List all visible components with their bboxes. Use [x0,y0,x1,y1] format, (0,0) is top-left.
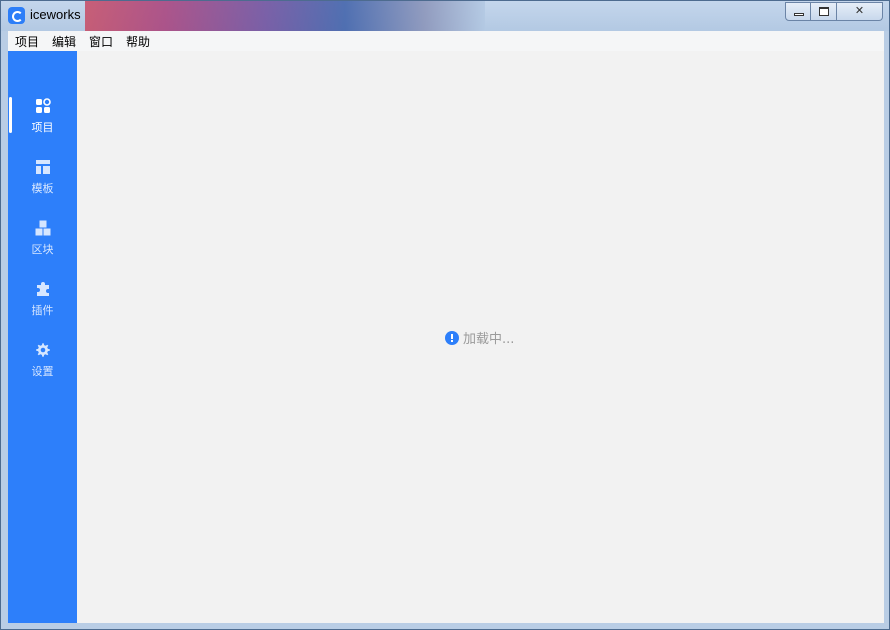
main-content: 加载中... [77,51,884,623]
menu-window[interactable]: 窗口 [82,33,119,50]
app-logo-icon [8,7,25,24]
minimize-button[interactable] [785,2,811,21]
title-bar-background [85,1,485,31]
menu-project[interactable]: 项目 [8,33,45,50]
blocks-icon [35,220,51,236]
sidebar-item-settings[interactable]: 设置 [8,342,77,392]
menu-bar: 项目 编辑 窗口 帮助 [8,31,884,51]
puzzle-icon [37,282,49,296]
menu-help[interactable]: 帮助 [119,33,156,50]
sidebar-item-blocks[interactable]: 区块 [8,220,77,270]
close-icon: ✕ [854,4,865,17]
window-controls: ✕ [785,2,883,22]
sidebar-item-label: 设置 [31,365,54,378]
sidebar-item-label: 模板 [31,182,54,195]
app-client-area: 项目 模板 区块 插件 设置 加载中... [8,51,884,623]
minimize-icon [794,13,804,16]
info-icon [445,330,459,345]
project-grid-icon [36,98,51,113]
loading-text: 加载中... [463,332,515,347]
loading-indicator: 加载中... [445,328,514,347]
sidebar: 项目 模板 区块 插件 设置 [8,51,77,623]
sidebar-item-project[interactable]: 项目 [8,98,77,148]
maximize-icon [819,7,829,16]
sidebar-item-template[interactable]: 模板 [8,159,77,209]
sidebar-item-label: 区块 [31,243,54,256]
title-bar[interactable]: iceworks ✕ [1,1,889,31]
gear-icon [36,343,50,357]
sidebar-item-plugins[interactable]: 插件 [8,281,77,331]
maximize-button[interactable] [811,2,837,21]
menu-edit[interactable]: 编辑 [45,33,82,50]
sidebar-item-label: 项目 [31,121,54,134]
window-title: iceworks [30,7,81,22]
close-button[interactable]: ✕ [837,2,883,21]
sidebar-item-label: 插件 [31,304,54,317]
template-layout-icon [36,160,50,174]
app-window: iceworks ✕ 项目 编辑 窗口 帮助 项目 模板 区块 插件 设置 加载… [0,0,890,630]
